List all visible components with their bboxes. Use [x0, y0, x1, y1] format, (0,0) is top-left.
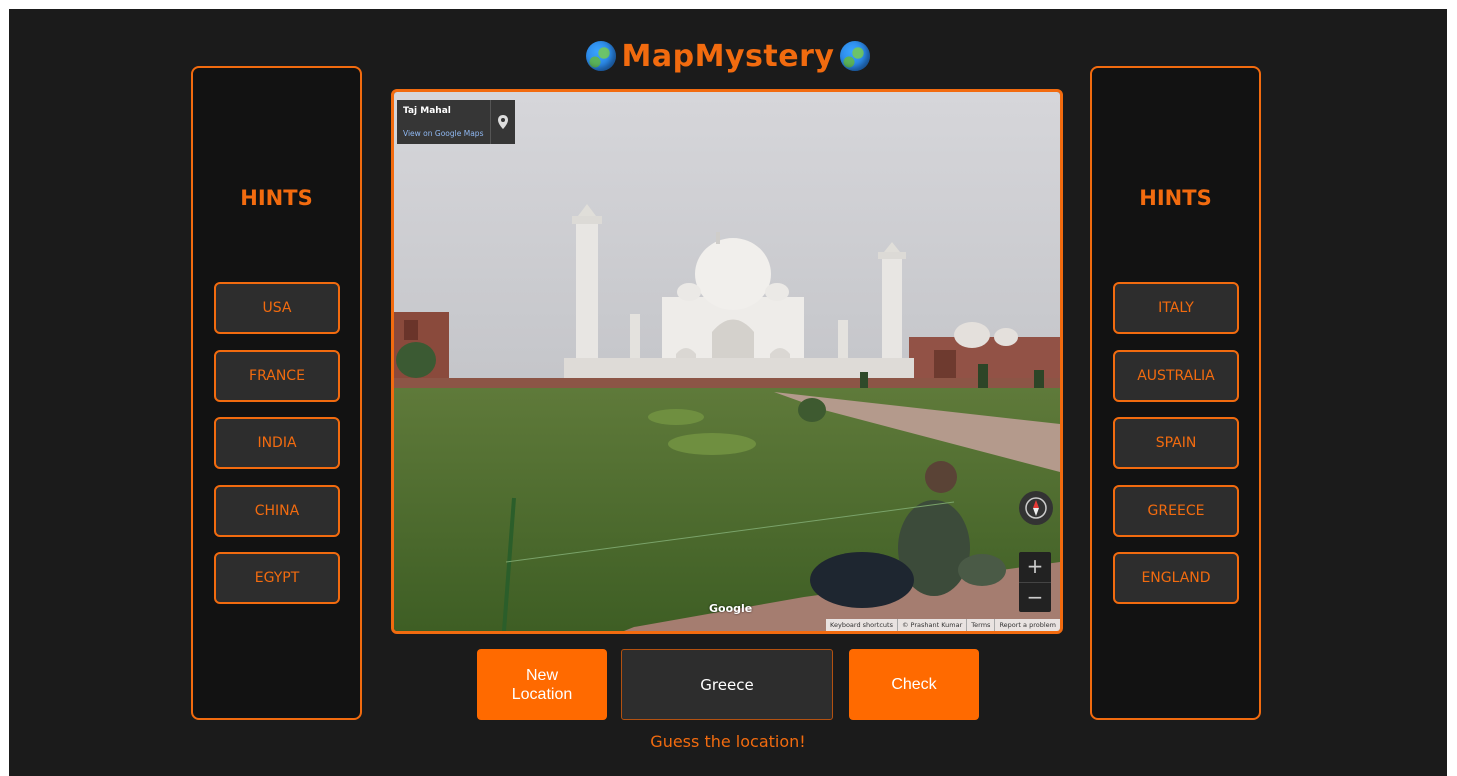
globe-icon [840, 41, 871, 71]
hint-button-egypt[interactable]: EGYPT [214, 552, 340, 604]
location-infobox: Taj Mahal View on Google Maps [397, 100, 515, 144]
hint-button-england[interactable]: ENGLAND [1113, 552, 1239, 604]
zoom-in-button[interactable]: + [1019, 552, 1051, 583]
hint-button-china[interactable]: CHINA [214, 485, 340, 537]
hint-button-italy[interactable]: ITALY [1113, 282, 1239, 334]
hints-heading: HINTS [1139, 186, 1212, 210]
location-name: Taj Mahal [403, 106, 451, 116]
report-problem-link[interactable]: Report a problem [994, 619, 1060, 631]
hint-button-spain[interactable]: SPAIN [1113, 417, 1239, 469]
hint-button-australia[interactable]: AUSTRALIA [1113, 350, 1239, 402]
new-location-button[interactable]: New Location [477, 649, 607, 720]
guess-input[interactable] [621, 649, 833, 720]
globe-icon [585, 41, 616, 71]
street-view-viewer[interactable]: Taj Mahal View on Google Maps + − Google… [391, 89, 1063, 634]
photo-credit: © Prashant Kumar [896, 619, 966, 631]
check-button[interactable]: Check [849, 649, 979, 720]
map-attribution-bar: Keyboard shortcuts © Prashant Kumar Term… [826, 619, 1060, 631]
zoom-control: + − [1019, 552, 1051, 612]
terms-link[interactable]: Terms [966, 619, 994, 631]
left-hints-panel: HINTS USA FRANCE INDIA CHINA EGYPT [191, 66, 362, 720]
keyboard-shortcuts-link[interactable]: Keyboard shortcuts [826, 619, 897, 631]
google-logo: Google [709, 602, 753, 615]
hint-button-greece[interactable]: GREECE [1113, 485, 1239, 537]
hints-heading: HINTS [240, 186, 313, 210]
status-message: Guess the location! [650, 732, 806, 751]
street-view-scene[interactable] [394, 92, 1060, 631]
right-hints-panel: HINTS ITALY AUSTRALIA SPAIN GREECE ENGLA… [1090, 66, 1261, 720]
zoom-out-button[interactable]: − [1019, 583, 1051, 613]
view-on-google-maps-link[interactable]: View on Google Maps [403, 129, 483, 138]
hint-button-france[interactable]: FRANCE [214, 350, 340, 402]
compass-icon[interactable] [1019, 491, 1053, 525]
hint-button-usa[interactable]: USA [214, 282, 340, 334]
app-frame: MapMystery HINTS USA FRANCE INDIA CHINA … [9, 9, 1447, 776]
map-pin-icon[interactable] [490, 100, 515, 144]
hint-button-india[interactable]: INDIA [214, 417, 340, 469]
